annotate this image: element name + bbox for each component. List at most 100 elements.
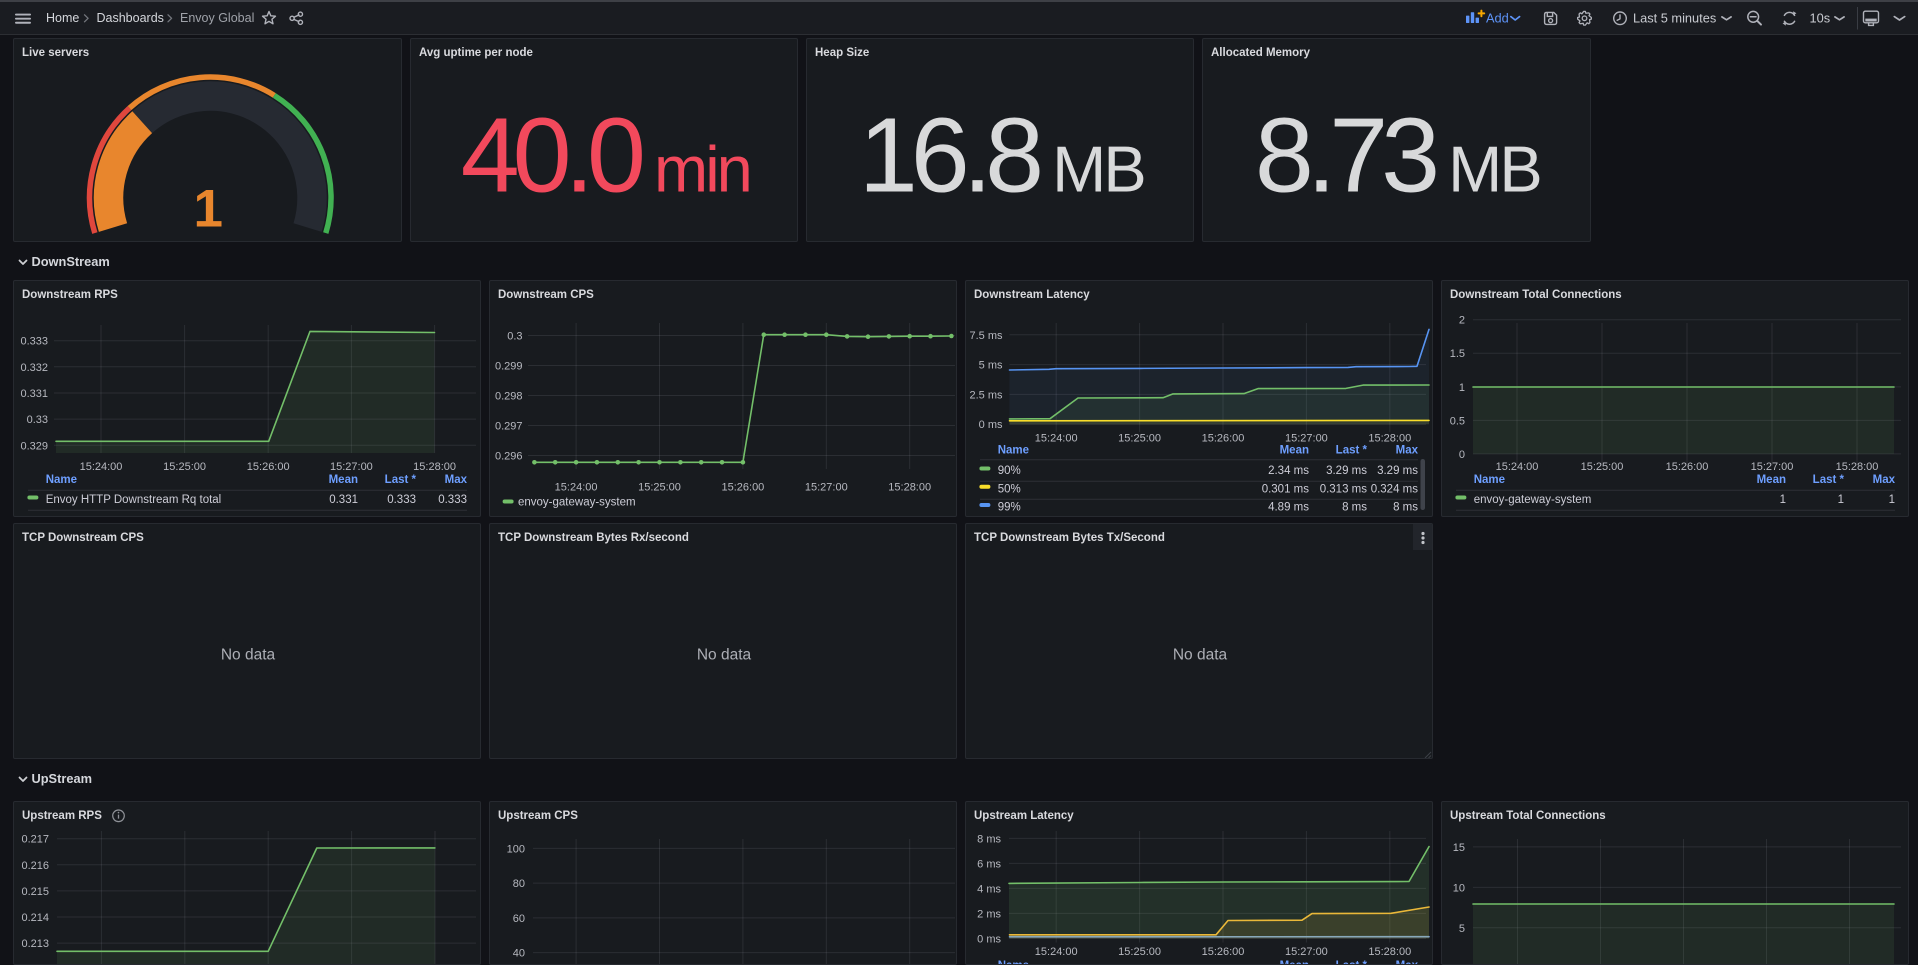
svg-text:No data: No data — [221, 647, 276, 664]
svg-text:Downstream CPS: Downstream CPS — [498, 289, 594, 301]
svg-text:0.333: 0.333 — [438, 494, 467, 506]
svg-text:0.301 ms: 0.301 ms — [1262, 483, 1310, 495]
svg-text:15:26:00: 15:26:00 — [1202, 433, 1245, 445]
svg-text:Max: Max — [1396, 960, 1419, 965]
svg-text:0.215: 0.215 — [21, 886, 49, 898]
svg-text:15:25:00: 15:25:00 — [1118, 946, 1161, 958]
svg-text:Max: Max — [1396, 445, 1419, 457]
svg-text:2: 2 — [1459, 315, 1465, 327]
svg-text:15:25:00: 15:25:00 — [163, 461, 206, 473]
svg-text:Upstream CPS: Upstream CPS — [498, 810, 578, 822]
svg-text:10: 10 — [1453, 882, 1465, 894]
svg-text:15:28:00: 15:28:00 — [1368, 946, 1411, 958]
svg-text:15: 15 — [1453, 842, 1465, 854]
svg-text:10s: 10s — [1810, 10, 1831, 25]
svg-text:0 ms: 0 ms — [979, 419, 1003, 431]
svg-text:Mean: Mean — [1280, 960, 1309, 965]
svg-text:Home: Home — [46, 11, 79, 25]
svg-text:1.5: 1.5 — [1450, 348, 1465, 360]
svg-text:15:26:00: 15:26:00 — [721, 482, 764, 494]
svg-text:15:24:00: 15:24:00 — [80, 461, 123, 473]
svg-text:90%: 90% — [998, 465, 1021, 477]
svg-text:16.8 MB: 16.8 MB — [859, 97, 1144, 215]
svg-text:0.297: 0.297 — [495, 421, 523, 433]
svg-text:Downstream Total Connections: Downstream Total Connections — [1450, 289, 1622, 301]
svg-text:15:25:00: 15:25:00 — [1118, 433, 1161, 445]
svg-text:Live servers: Live servers — [22, 47, 89, 59]
svg-text:15:25:00: 15:25:00 — [638, 482, 681, 494]
svg-text:Name: Name — [998, 960, 1029, 965]
svg-text:2.5 ms: 2.5 ms — [969, 389, 1003, 401]
svg-text:Avg uptime per node: Avg uptime per node — [419, 47, 533, 59]
svg-text:15:24:00: 15:24:00 — [1496, 461, 1539, 473]
svg-text:15:27:00: 15:27:00 — [1285, 433, 1328, 445]
svg-text:Last *: Last * — [1813, 474, 1845, 486]
svg-text:TCP Downstream CPS: TCP Downstream CPS — [22, 532, 144, 544]
svg-text:99%: 99% — [998, 502, 1021, 514]
svg-text:TCP Downstream Bytes Rx/second: TCP Downstream Bytes Rx/second — [498, 532, 689, 544]
svg-text:1: 1 — [1838, 494, 1844, 506]
svg-text:15:24:00: 15:24:00 — [1035, 433, 1078, 445]
svg-text:No data: No data — [697, 647, 752, 664]
svg-text:0.333: 0.333 — [387, 494, 416, 506]
svg-text:0.33: 0.33 — [27, 414, 48, 426]
svg-text:Downstream Latency: Downstream Latency — [974, 289, 1090, 301]
svg-text:0.216: 0.216 — [21, 860, 49, 872]
svg-text:0: 0 — [1459, 449, 1465, 461]
svg-text:3.29 ms: 3.29 ms — [1326, 465, 1367, 477]
svg-text:1: 1 — [1459, 382, 1465, 394]
svg-text:0.299: 0.299 — [495, 361, 523, 373]
svg-text:3.29 ms: 3.29 ms — [1377, 465, 1418, 477]
svg-text:15:27:00: 15:27:00 — [1285, 946, 1328, 958]
svg-text:Dashboards: Dashboards — [97, 11, 164, 25]
svg-text:Allocated Memory: Allocated Memory — [1211, 47, 1311, 59]
svg-text:15:24:00: 15:24:00 — [1035, 946, 1078, 958]
svg-text:0.332: 0.332 — [20, 362, 48, 374]
svg-text:15:25:00: 15:25:00 — [1581, 461, 1624, 473]
svg-text:0.313 ms: 0.313 ms — [1320, 483, 1368, 495]
svg-text:40.0 min: 40.0 min — [460, 97, 749, 215]
svg-text:15:26:00: 15:26:00 — [1666, 461, 1709, 473]
svg-text:Max: Max — [445, 474, 468, 486]
svg-text:15:27:00: 15:27:00 — [330, 461, 373, 473]
svg-text:0.333: 0.333 — [20, 336, 48, 348]
svg-text:15:24:00: 15:24:00 — [555, 482, 598, 494]
svg-text:5 ms: 5 ms — [979, 360, 1003, 372]
svg-text:Downstream RPS: Downstream RPS — [22, 289, 118, 301]
svg-text:0 ms: 0 ms — [977, 933, 1001, 945]
svg-text:7.5 ms: 7.5 ms — [969, 330, 1003, 342]
svg-text:80: 80 — [513, 878, 525, 890]
svg-text:0.324 ms: 0.324 ms — [1371, 483, 1419, 495]
svg-text:5: 5 — [1459, 923, 1465, 935]
svg-text:TCP Downstream Bytes Tx/Second: TCP Downstream Bytes Tx/Second — [974, 532, 1165, 544]
svg-text:50%: 50% — [998, 483, 1021, 495]
svg-text:Mean: Mean — [329, 474, 358, 486]
svg-text:0.214: 0.214 — [21, 912, 49, 924]
svg-text:Last *: Last * — [385, 474, 417, 486]
svg-text:15:27:00: 15:27:00 — [805, 482, 848, 494]
svg-text:Upstream Total Connections: Upstream Total Connections — [1450, 810, 1606, 822]
svg-text:0.331: 0.331 — [20, 388, 48, 400]
svg-text:0.217: 0.217 — [21, 834, 49, 846]
svg-text:8.73 MB: 8.73 MB — [1255, 97, 1540, 215]
svg-text:Last *: Last * — [1336, 960, 1368, 965]
svg-text:DownStream: DownStream — [32, 254, 110, 269]
svg-text:100: 100 — [507, 843, 525, 855]
svg-text:Name: Name — [1474, 474, 1505, 486]
svg-text:No data: No data — [1173, 647, 1228, 664]
svg-text:Max: Max — [1873, 474, 1896, 486]
svg-text:15:26:00: 15:26:00 — [1202, 946, 1245, 958]
svg-text:6 ms: 6 ms — [977, 858, 1001, 870]
svg-text:Upstream Latency: Upstream Latency — [974, 810, 1074, 822]
svg-text:15:27:00: 15:27:00 — [1751, 461, 1794, 473]
svg-text:Name: Name — [998, 445, 1029, 457]
svg-text:UpStream: UpStream — [32, 771, 92, 786]
svg-text:0.5: 0.5 — [1450, 415, 1465, 427]
svg-text:8 ms: 8 ms — [1342, 502, 1367, 514]
svg-text:0.3: 0.3 — [507, 331, 522, 343]
svg-text:0.213: 0.213 — [21, 938, 49, 950]
svg-text:Last *: Last * — [1336, 445, 1368, 457]
svg-text:Add: Add — [1486, 10, 1509, 25]
svg-text:2.34 ms: 2.34 ms — [1268, 465, 1309, 477]
svg-text:0.329: 0.329 — [20, 440, 48, 452]
